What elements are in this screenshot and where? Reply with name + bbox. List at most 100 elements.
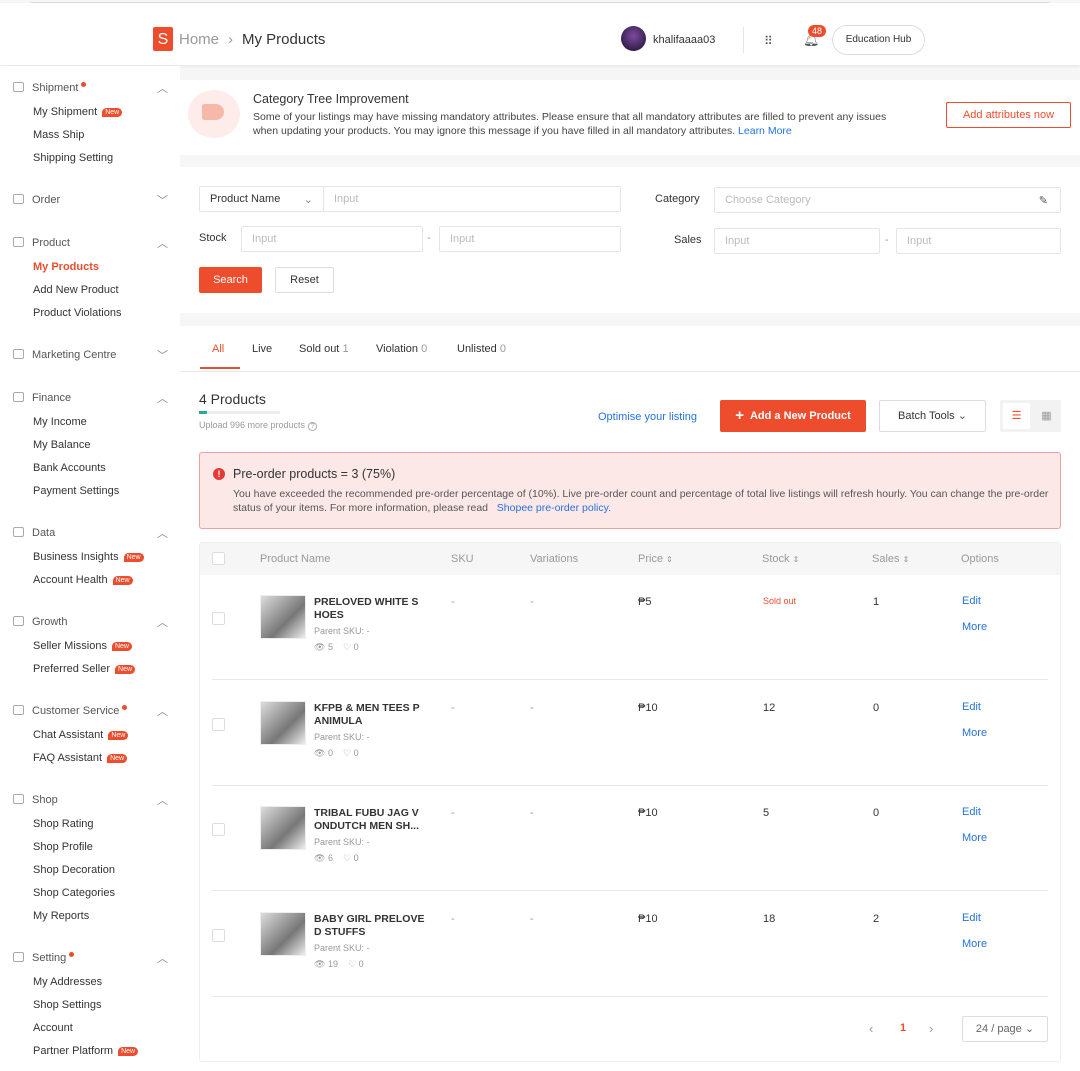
sort-icon[interactable]: ⇕ (793, 555, 800, 564)
sidebar-section-customer-service[interactable]: Customer Service ︿ (13, 705, 168, 718)
more-link[interactable]: More (962, 621, 987, 633)
edit-link[interactable]: Edit (962, 806, 981, 818)
sidebar-section-finance[interactable]: Finance ︿ (13, 392, 168, 405)
sidebar-item-partner-platform[interactable]: Partner Platform New (33, 1045, 139, 1057)
sidebar-item-my-addresses[interactable]: My Addresses (33, 976, 102, 988)
shopee-logo[interactable]: S (153, 27, 173, 51)
column-header-price[interactable]: Price ⇕ (638, 553, 673, 565)
product-thumbnail[interactable] (260, 806, 306, 850)
sidebar-item-account-health[interactable]: Account Health New (33, 574, 133, 586)
row-checkbox[interactable] (212, 823, 225, 836)
avatar[interactable] (621, 26, 646, 51)
product-name[interactable]: BABY GIRL PRELOVE D STUFFS (314, 913, 429, 939)
sidebar-item-preferred-seller[interactable]: Preferred Seller New (33, 663, 136, 675)
search-button[interactable]: Search (199, 267, 262, 293)
sidebar-item-label: Partner Platform (33, 1045, 114, 1057)
column-header-sales[interactable]: Sales ⇕ (872, 553, 909, 565)
help-icon[interactable]: ? (307, 422, 318, 431)
page-1[interactable]: 1 (900, 1022, 906, 1034)
column-header-stock[interactable]: Stock ⇕ (762, 553, 799, 565)
tab-live[interactable]: Live (252, 343, 272, 355)
sidebar-item-shop-rating[interactable]: Shop Rating (33, 818, 94, 830)
sidebar-item-shop-profile[interactable]: Shop Profile (33, 841, 93, 853)
sidebar-item-label: My Shipment (33, 106, 98, 118)
sidebar-section-marketing-centre[interactable]: Marketing Centre ﹀ (13, 349, 168, 362)
reset-button[interactable]: Reset (275, 267, 334, 293)
tab-all[interactable]: All (200, 343, 240, 369)
sidebar-item-my-shipment[interactable]: My Shipment New (33, 106, 123, 118)
sidebar-item-shop-categories[interactable]: Shop Categories (33, 887, 115, 899)
price: ₱10 (638, 701, 658, 714)
row-checkbox[interactable] (212, 612, 225, 625)
sidebar-section-setting[interactable]: Setting ︿ (13, 952, 168, 965)
edit-link[interactable]: Edit (962, 701, 981, 713)
sidebar-item-chat-assistant[interactable]: Chat Assistant New (33, 729, 129, 741)
learn-more-link[interactable]: Learn More (738, 125, 792, 137)
breadcrumb-home[interactable]: Home (179, 31, 219, 48)
batch-tools-dropdown[interactable]: Batch Tools ⌄ (879, 400, 986, 432)
sidebar-section-product[interactable]: Product ︿ (13, 237, 168, 250)
optimise-listing-link[interactable]: Optimise your listing (598, 411, 697, 423)
more-link[interactable]: More (962, 938, 987, 950)
edit-link[interactable]: Edit (962, 912, 981, 924)
sidebar-item-my-income[interactable]: My Income (33, 416, 87, 428)
sidebar-section-order[interactable]: Order ﹀ (13, 194, 168, 207)
product-name[interactable]: KFPB & MEN TEES P ANIMULA (314, 702, 429, 728)
product-thumbnail[interactable] (260, 911, 306, 956)
stock-min-input[interactable]: Input (241, 226, 423, 252)
next-page-icon[interactable]: › (929, 1021, 933, 1036)
row-checkbox[interactable] (212, 928, 225, 942)
page-size-select[interactable]: 24 / page ⌄ (962, 1016, 1048, 1042)
sidebar-item-my-reports[interactable]: My Reports (33, 910, 89, 922)
prev-page-icon[interactable]: ‹ (869, 1021, 873, 1036)
tab-unlisted[interactable]: Unlisted 0 (457, 343, 506, 355)
sidebar-item-product-violations[interactable]: Product Violations (33, 307, 121, 319)
product-name-select[interactable]: Product Name ⌄ (199, 186, 324, 212)
sidebar-item-bank-accounts[interactable]: Bank Accounts (33, 462, 106, 474)
product-thumbnail[interactable] (260, 595, 306, 639)
product-thumbnail[interactable] (260, 700, 306, 745)
product-name-input[interactable]: Input (323, 186, 621, 212)
education-hub-button[interactable]: Education Hub (832, 25, 925, 55)
sidebar-item-faq-assistant[interactable]: FAQ Assistant New (33, 752, 128, 764)
more-link[interactable]: More (962, 832, 987, 844)
sidebar-item-my-products[interactable]: My Products (33, 261, 99, 273)
tab-violation[interactable]: Violation 0 (376, 343, 427, 355)
sidebar-section-shipment[interactable]: Shipment ︿ (13, 82, 168, 95)
more-link[interactable]: More (962, 727, 987, 739)
sidebar-section-data[interactable]: Data ︿ (13, 527, 168, 540)
tab-sold-out[interactable]: Sold out 1 (299, 343, 349, 355)
username[interactable]: khalifaaaa03 (653, 34, 715, 46)
row-checkbox[interactable] (212, 717, 225, 731)
select-all-checkbox[interactable] (212, 552, 225, 565)
apps-grid-icon[interactable]: ⠿ (764, 34, 773, 48)
sidebar-item-shop-decoration[interactable]: Shop Decoration (33, 864, 115, 876)
preorder-policy-link[interactable]: Shopee pre-order policy. (497, 502, 611, 514)
views-count: 0 (327, 747, 333, 758)
sidebar-item-shipping-setting[interactable]: Shipping Setting (33, 152, 113, 164)
stock-max-input[interactable]: Input (439, 226, 621, 252)
sidebar-item-payment-settings[interactable]: Payment Settings (33, 485, 119, 497)
sidebar-item-mass-ship[interactable]: Mass Ship (33, 129, 84, 141)
product-name[interactable]: PRELOVED WHITE S HOES (314, 596, 429, 622)
sidebar-section-growth[interactable]: Growth ︿ (13, 616, 168, 629)
add-attributes-button[interactable]: Add attributes now (946, 102, 1071, 128)
category-input[interactable]: Choose Category ✎ (714, 187, 1061, 213)
sidebar-section-shop[interactable]: Shop ︿ (13, 794, 168, 807)
sidebar-item-account[interactable]: Account (33, 1022, 73, 1034)
sales-max-input[interactable]: Input (896, 228, 1061, 254)
grid-view-icon[interactable]: ▦ (1033, 403, 1060, 429)
column-header-label: Variations (530, 553, 579, 565)
sidebar-item-seller-missions[interactable]: Seller Missions New (33, 640, 132, 652)
sort-icon[interactable]: ⇕ (903, 555, 910, 564)
list-view-icon[interactable]: ☰ (1003, 403, 1030, 429)
sidebar-item-business-insights[interactable]: Business Insights New (33, 551, 144, 563)
sidebar-item-shop-settings[interactable]: Shop Settings (33, 999, 102, 1011)
product-name[interactable]: TRIBAL FUBU JAG V ONDUTCH MEN SH... (314, 807, 429, 833)
sidebar-item-my-balance[interactable]: My Balance (33, 439, 90, 451)
sort-icon[interactable]: ⇕ (666, 555, 673, 564)
add-new-product-button[interactable]: + Add a New Product (720, 400, 866, 432)
sidebar-item-add-new-product[interactable]: Add New Product (33, 284, 119, 296)
sales-min-input[interactable]: Input (714, 228, 880, 254)
edit-link[interactable]: Edit (962, 595, 981, 607)
